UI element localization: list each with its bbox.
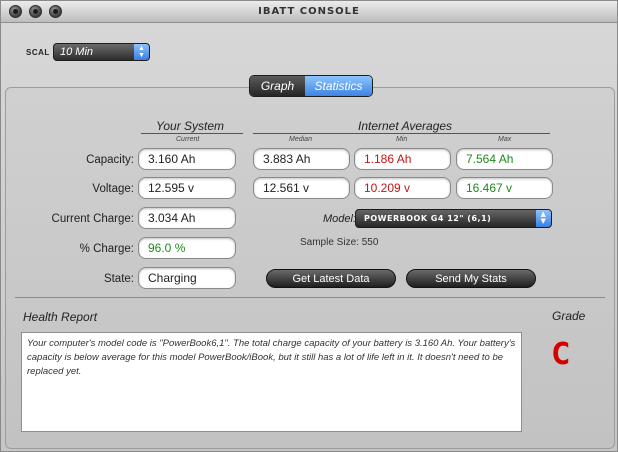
chevron-updown-icon: ▲ ▼ <box>536 210 551 227</box>
title-bar[interactable]: IBATT CONSOLE <box>1 1 617 23</box>
get-latest-data-button[interactable]: Get Latest Data <box>266 269 396 288</box>
model-dropdown[interactable]: POWERBOOK G4 12" (6,1) ▲ ▼ <box>355 209 552 228</box>
percent-charge-label: % Charge: <box>79 243 134 255</box>
state-field: Charging <box>138 267 236 289</box>
scal-dropdown[interactable]: 10 Min ▲ ▼ <box>53 43 150 61</box>
health-report-title: Health Report <box>23 310 98 324</box>
chevron-updown-icon: ▲ ▼ <box>134 44 149 60</box>
grade-value: C <box>552 337 570 372</box>
min-subheader: Min <box>396 136 408 143</box>
view-tabs: Graph Statistics <box>249 75 373 97</box>
median-subheader: Median <box>289 136 312 143</box>
capacity-max-field: 7.564 Ah <box>456 148 553 170</box>
voltage-max-field: 16.467 v <box>456 177 553 199</box>
max-subheader: Max <box>498 136 512 143</box>
app-window: IBATT CONSOLE SCAL 10 Min ▲ ▼ Graph Stati… <box>0 0 618 452</box>
capacity-label: Capacity: <box>86 154 134 166</box>
percent-charge-field: 96.0 % <box>138 237 236 259</box>
tab-graph[interactable]: Graph <box>250 76 305 96</box>
voltage-min-field: 10.209 v <box>354 177 451 199</box>
scal-label: SCAL <box>26 48 50 57</box>
header-rule <box>141 133 243 134</box>
capacity-median-field: 3.883 Ah <box>253 148 350 170</box>
internet-averages-header: Internet Averages <box>358 119 453 133</box>
section-divider <box>15 297 605 298</box>
state-label: State: <box>103 273 134 285</box>
sample-size: Sample Size: 550 <box>300 237 379 248</box>
voltage-current-field: 12.595 v <box>138 177 236 199</box>
send-my-stats-button[interactable]: Send My Stats <box>406 269 536 288</box>
model-value: POWERBOOK G4 12" (6,1) <box>364 214 492 223</box>
capacity-current-field: 3.160 Ah <box>138 148 236 170</box>
tab-statistics[interactable]: Statistics <box>305 76 372 96</box>
your-system-header: Your System <box>156 119 225 133</box>
voltage-label: Voltage: <box>92 183 134 195</box>
grade-title: Grade <box>552 309 586 323</box>
capacity-min-field: 1.186 Ah <box>354 148 451 170</box>
voltage-median-field: 12.561 v <box>253 177 350 199</box>
header-rule <box>253 133 550 134</box>
model-label: Model: <box>323 213 357 225</box>
scal-value: 10 Min <box>60 46 94 58</box>
current-charge-field: 3.034 Ah <box>138 207 236 229</box>
health-report-text: Your computer's model code is "PowerBook… <box>21 332 522 432</box>
current-subheader: Current <box>176 136 200 143</box>
window-title: IBATT CONSOLE <box>258 6 360 17</box>
current-charge-label: Current Charge: <box>51 213 134 225</box>
